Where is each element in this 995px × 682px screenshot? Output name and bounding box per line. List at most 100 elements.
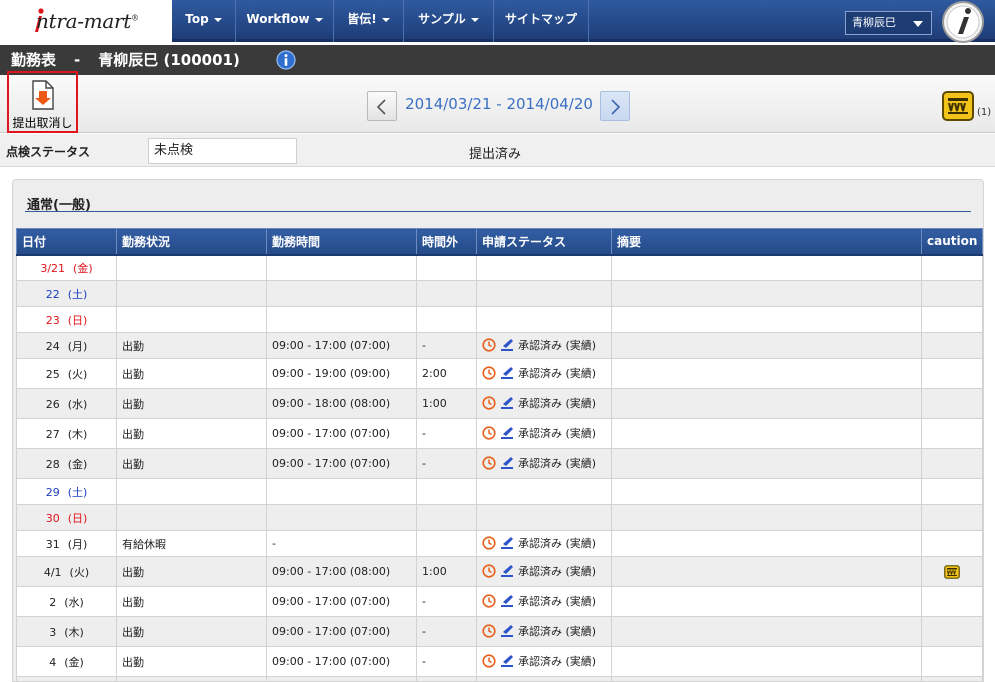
- info-icon[interactable]: [276, 50, 296, 70]
- intra-mart-i-icon[interactable]: [939, 0, 987, 44]
- clock-icon: [482, 455, 496, 470]
- request-status-label: 承認済み (実績): [518, 654, 597, 668]
- request-status[interactable]: 承認済み (実績): [482, 425, 596, 441]
- note-cell: [611, 556, 922, 587]
- clock-icon: [482, 563, 496, 578]
- overtime-cell: -: [416, 332, 477, 359]
- inspection-status-row: 点検ステータス 未点検 提出済み: [0, 134, 995, 167]
- request-status-cell: 承認済み (実績): [476, 332, 612, 359]
- work-hours-cell: 09:00 - 17:00 (07:00): [266, 646, 417, 677]
- table-row[interactable]: 22 (土): [16, 280, 983, 307]
- next-period-button[interactable]: [600, 91, 630, 121]
- weekday-value: (土): [67, 287, 88, 301]
- caution-cell: [921, 388, 983, 419]
- table-row[interactable]: 24 (月) 出勤 09:00 - 17:00 (07:00) - 承認済み (実績): [16, 332, 983, 359]
- work-hours-cell: [266, 254, 417, 281]
- intra-mart-logo[interactable]: ntra-mart®: [0, 0, 172, 42]
- menu-workflow[interactable]: Workflow: [236, 0, 334, 42]
- table-row[interactable]: 26 (水) 出勤 09:00 - 18:00 (08:00) 1:00 承認済み (実績…: [16, 388, 983, 419]
- date-cell: 26 (水): [16, 388, 117, 419]
- inspection-status-label: 点検ステータス: [6, 145, 91, 159]
- note-cell: [611, 332, 922, 359]
- request-status[interactable]: 承認済み (実績): [482, 395, 596, 411]
- request-status-cell: 承認済み (実績): [476, 556, 612, 587]
- period-range: 2014/03/21 - 2014/04/20: [405, 95, 593, 113]
- request-status[interactable]: 承認済み (実績): [482, 653, 596, 669]
- cancel-submission-label: 提出取消し: [12, 116, 73, 130]
- request-status[interactable]: 承認済み (実績): [482, 365, 596, 381]
- work-status-cell: [116, 676, 267, 681]
- menu-sitemap[interactable]: サイトマップ: [494, 0, 589, 42]
- previous-period-button[interactable]: [367, 91, 397, 121]
- table-row[interactable]: 5(土): [16, 676, 983, 681]
- table-row[interactable]: 27 (木) 出勤 09:00 - 17:00 (07:00) - 承認済み (実績): [16, 418, 983, 449]
- request-status-cell: [476, 254, 612, 281]
- caution-cell: [921, 478, 983, 505]
- table-row[interactable]: 3/21 (金): [16, 254, 983, 281]
- document-return-icon: [32, 80, 54, 110]
- caution-icon[interactable]: [944, 564, 960, 579]
- work-hours-cell: 09:00 - 17:00 (07:00): [266, 616, 417, 647]
- table-body: 3/21 (金) 22 (土) 23 (日) 24 (月) 出勤 09:00 - 17:00 (0…: [16, 254, 983, 681]
- request-status[interactable]: 承認済み (実績): [482, 563, 596, 579]
- note-cell: [611, 676, 922, 681]
- menu-sample[interactable]: サンプル: [404, 0, 494, 42]
- overtime-cell: -: [416, 418, 477, 449]
- table-row[interactable]: 30 (日): [16, 504, 983, 531]
- submission-status: 提出済み: [469, 147, 522, 162]
- request-status[interactable]: 承認済み (実績): [482, 623, 596, 639]
- table-row[interactable]: 4 (金) 出勤 09:00 - 17:00 (07:00) - 承認済み (実績): [16, 646, 983, 677]
- user-menu-select[interactable]: 青柳辰巳: [845, 11, 932, 35]
- work-status-cell: 出勤: [116, 388, 267, 419]
- attendance-panel: 通常(一般) 日付 勤務状況 勤務時間 時間外 申請ステータス 摘要 cauti…: [12, 179, 984, 682]
- date-value: 3: [49, 625, 57, 639]
- table-row[interactable]: 28 (金) 出勤 09:00 - 17:00 (07:00) - 承認済み (実績): [16, 448, 983, 479]
- table-row[interactable]: 4/1 (火) 出勤 09:00 - 17:00 (08:00) 1:00 承認済み (実…: [16, 556, 983, 587]
- request-status[interactable]: 承認済み (実績): [482, 593, 596, 609]
- request-status[interactable]: 承認済み (実績): [482, 455, 596, 471]
- caution-cell: [921, 280, 983, 307]
- caution-cell: [921, 306, 983, 333]
- note-cell: [611, 280, 922, 307]
- date-value: 28: [45, 457, 60, 471]
- note-cell: [611, 530, 922, 557]
- work-status-cell: [116, 306, 267, 333]
- caution-cell: [921, 418, 983, 449]
- request-status-label: 承認済み (実績): [518, 624, 597, 638]
- request-status[interactable]: 承認済み (実績): [482, 337, 596, 353]
- cancel-submission-button[interactable]: 提出取消し: [7, 71, 78, 133]
- chevron-down-icon: [381, 17, 390, 22]
- table-row[interactable]: 23 (日): [16, 306, 983, 333]
- overtime-cell: [416, 280, 477, 307]
- menu-top[interactable]: Top: [172, 0, 236, 42]
- caution-cell: [921, 586, 983, 617]
- table-row[interactable]: 25 (火) 出勤 09:00 - 19:00 (09:00) 2:00 承認済み (実績…: [16, 358, 983, 389]
- work-status-cell: [116, 254, 267, 281]
- menu-kaiden[interactable]: 皆伝!: [334, 0, 404, 42]
- column-header-overtime: 時間外: [416, 228, 477, 256]
- request-status[interactable]: 承認済み (実績): [482, 535, 596, 551]
- overtime-cell: [416, 676, 477, 681]
- overtime-cell: -: [416, 616, 477, 647]
- table-row[interactable]: 3 (木) 出勤 09:00 - 17:00 (07:00) - 承認済み (実績): [16, 616, 983, 647]
- work-hours-cell: [266, 676, 417, 681]
- caution-icon[interactable]: [942, 91, 974, 121]
- attendance-table: 日付 勤務状況 勤務時間 時間外 申請ステータス 摘要 caution 3/21…: [16, 228, 983, 681]
- work-status-cell: [116, 280, 267, 307]
- work-hours-cell: 09:00 - 17:00 (07:00): [266, 418, 417, 449]
- table-row[interactable]: 31 (月) 有給休暇 - 承認済み (実績): [16, 530, 983, 557]
- note-cell: [611, 358, 922, 389]
- work-hours-cell: [266, 478, 417, 505]
- chevron-down-icon: [213, 17, 222, 22]
- overtime-cell: 1:00: [416, 556, 477, 587]
- weekday-value: (水): [67, 397, 88, 411]
- table-row[interactable]: 29 (土): [16, 478, 983, 505]
- table-row[interactable]: 2 (水) 出勤 09:00 - 17:00 (07:00) - 承認済み (実績): [16, 586, 983, 617]
- caution-cell: [921, 676, 983, 681]
- work-status-cell: 出勤: [116, 616, 267, 647]
- date-cell: 22 (土): [16, 280, 117, 307]
- note-cell: [611, 388, 922, 419]
- date-value: 22: [45, 287, 60, 301]
- date-value: 2: [49, 595, 57, 609]
- clock-icon: [482, 535, 496, 550]
